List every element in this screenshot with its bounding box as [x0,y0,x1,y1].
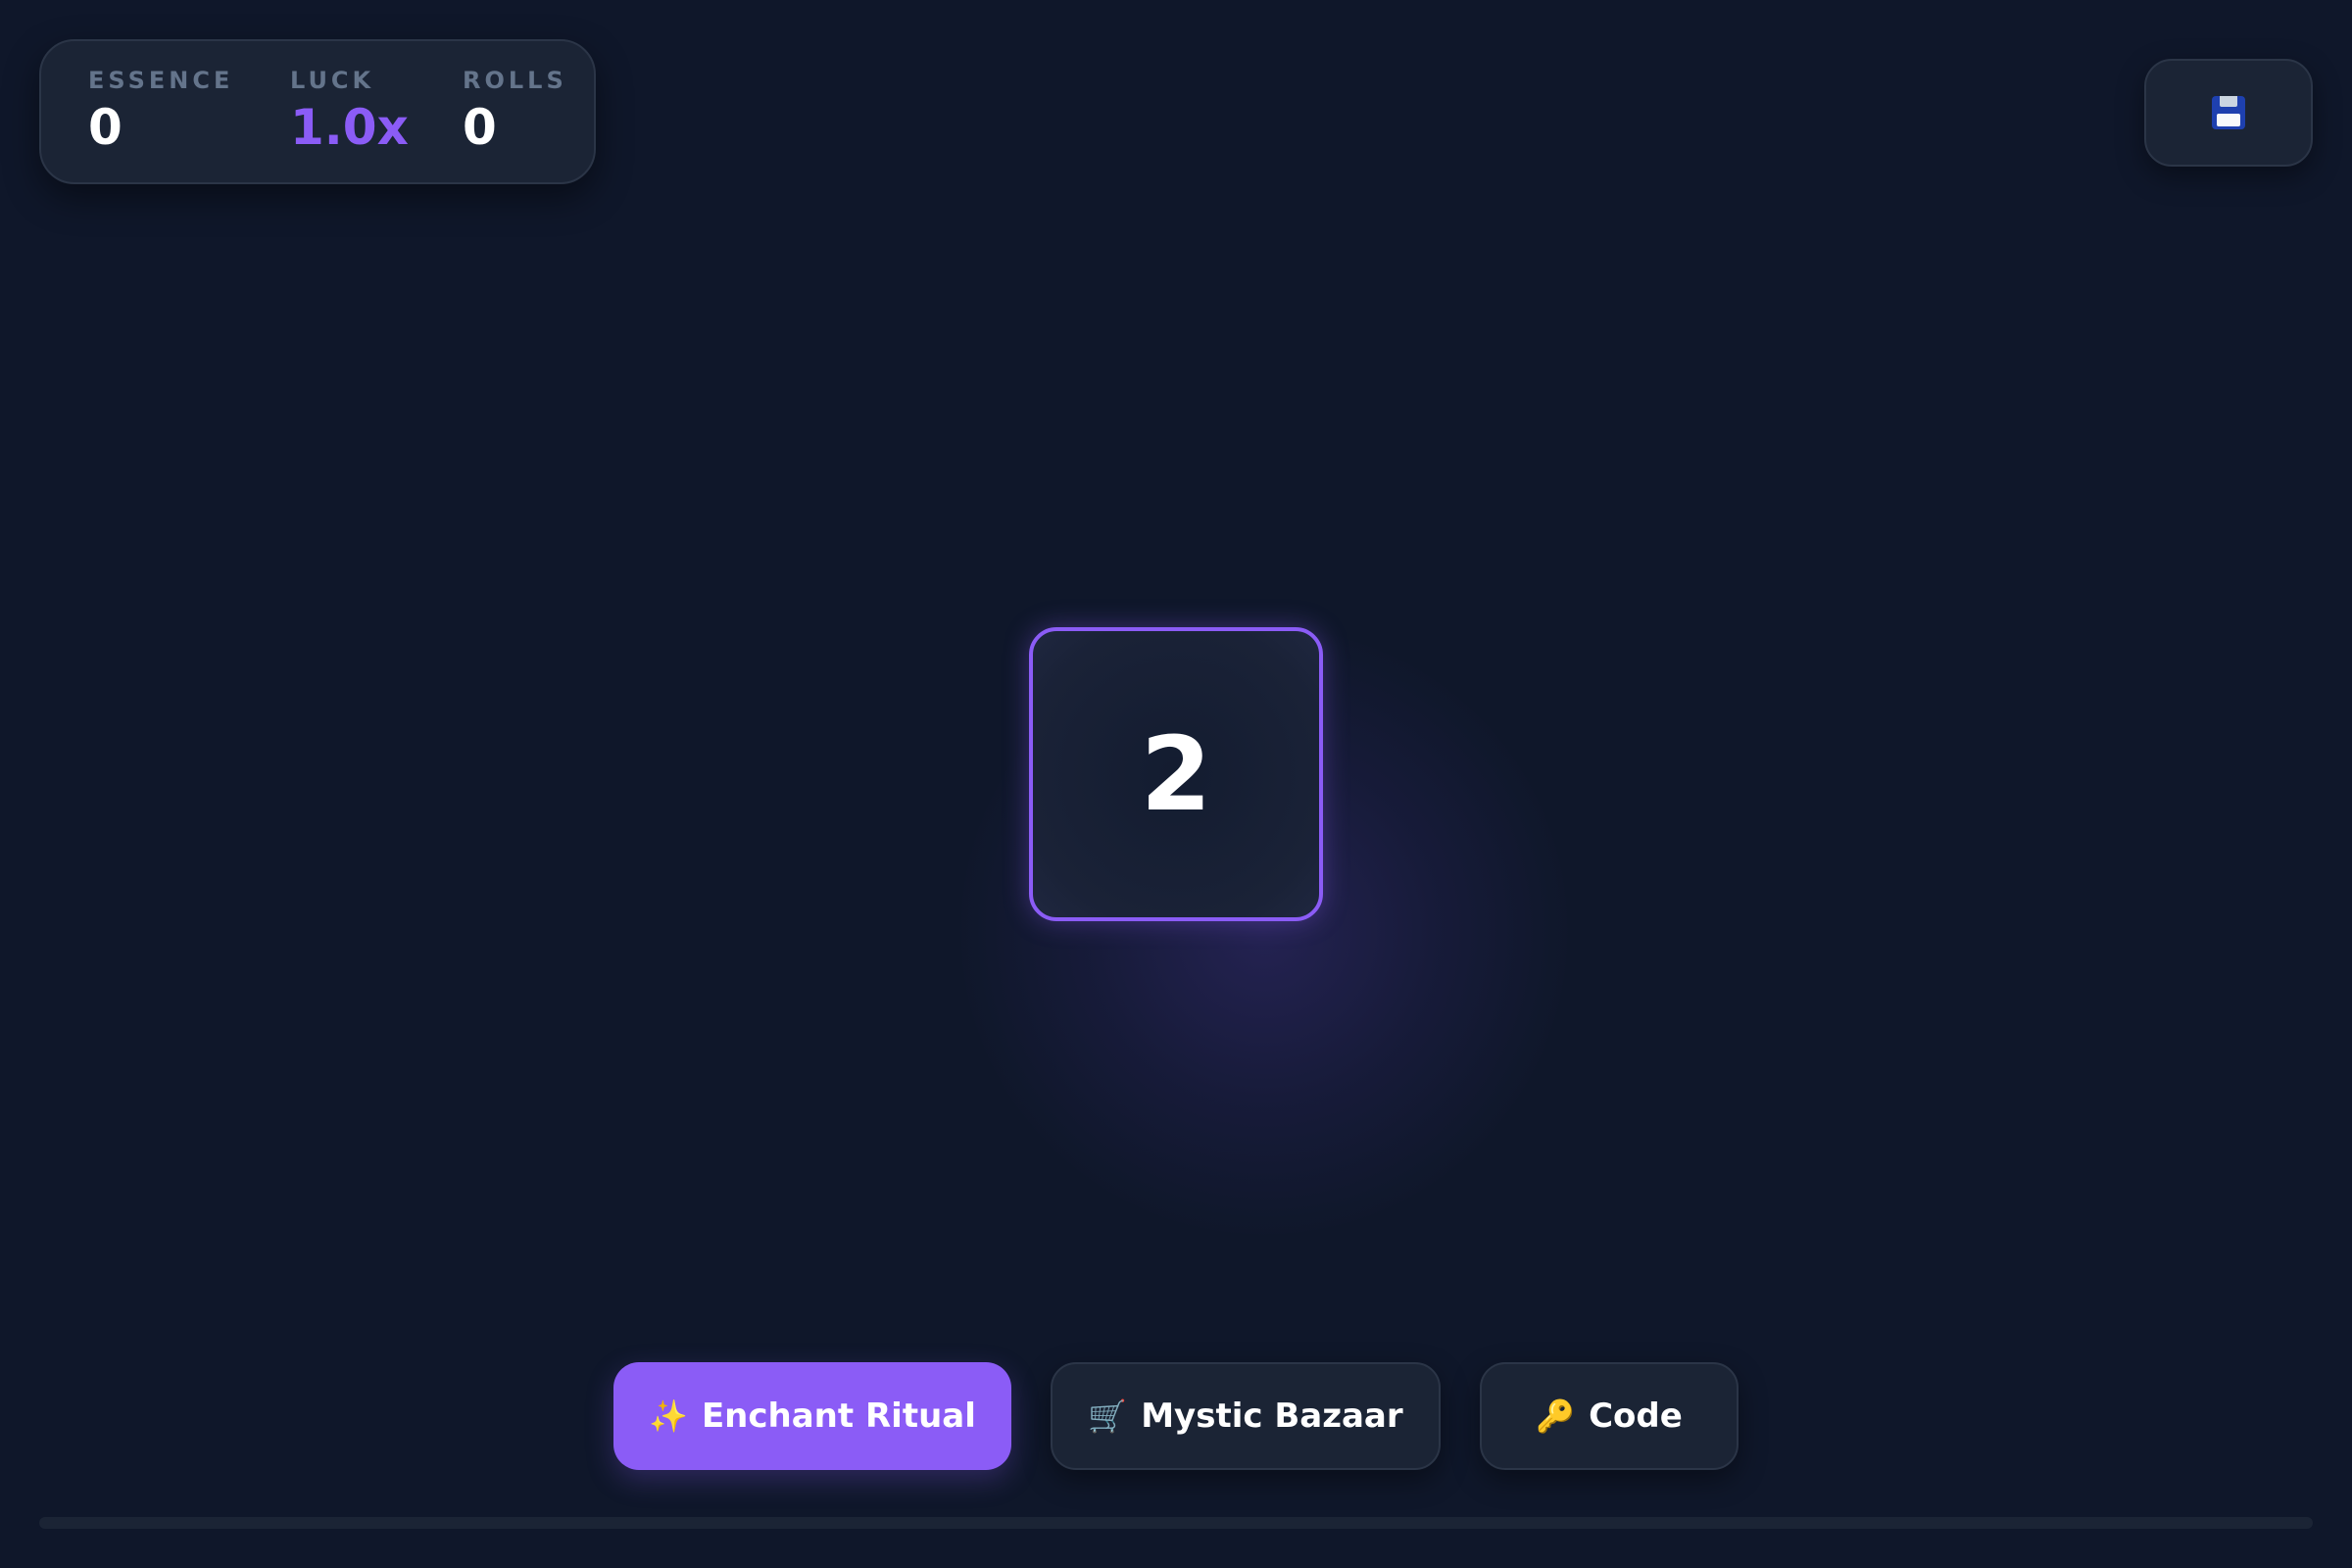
stat-essence-value: 0 [88,99,122,156]
stat-rolls-value: 0 [463,99,497,156]
save-button[interactable] [2144,59,2313,167]
key-icon: 🔑 [1536,1397,1576,1435]
stat-luck: LUCK 1.0x [290,67,409,157]
dice-value: 2 [1140,714,1212,834]
stat-essence: ESSENCE 0 [88,67,233,157]
floppy-disk-icon [2212,96,2245,129]
stat-rolls: ROLLS 0 [463,67,567,157]
enchant-ritual-label: Enchant Ritual [701,1396,976,1436]
dice[interactable]: 2 [1029,627,1323,921]
stats-panel: ESSENCE 0 LUCK 1.0x ROLLS 0 [39,39,596,184]
stat-rolls-label: ROLLS [463,67,567,94]
progress-bar [39,1517,2313,1529]
mystic-bazaar-button[interactable]: 🛒 Mystic Bazaar [1051,1362,1441,1470]
sparkles-icon: ✨ [649,1397,688,1435]
stat-luck-label: LUCK [290,67,375,94]
code-button[interactable]: 🔑 Code [1480,1362,1739,1470]
stat-luck-value: 1.0x [290,99,409,156]
stat-essence-label: ESSENCE [88,67,234,94]
shopping-cart-icon: 🛒 [1088,1397,1128,1435]
code-label: Code [1589,1396,1683,1436]
mystic-bazaar-label: Mystic Bazaar [1141,1396,1403,1436]
enchant-ritual-button[interactable]: ✨ Enchant Ritual [613,1362,1011,1470]
